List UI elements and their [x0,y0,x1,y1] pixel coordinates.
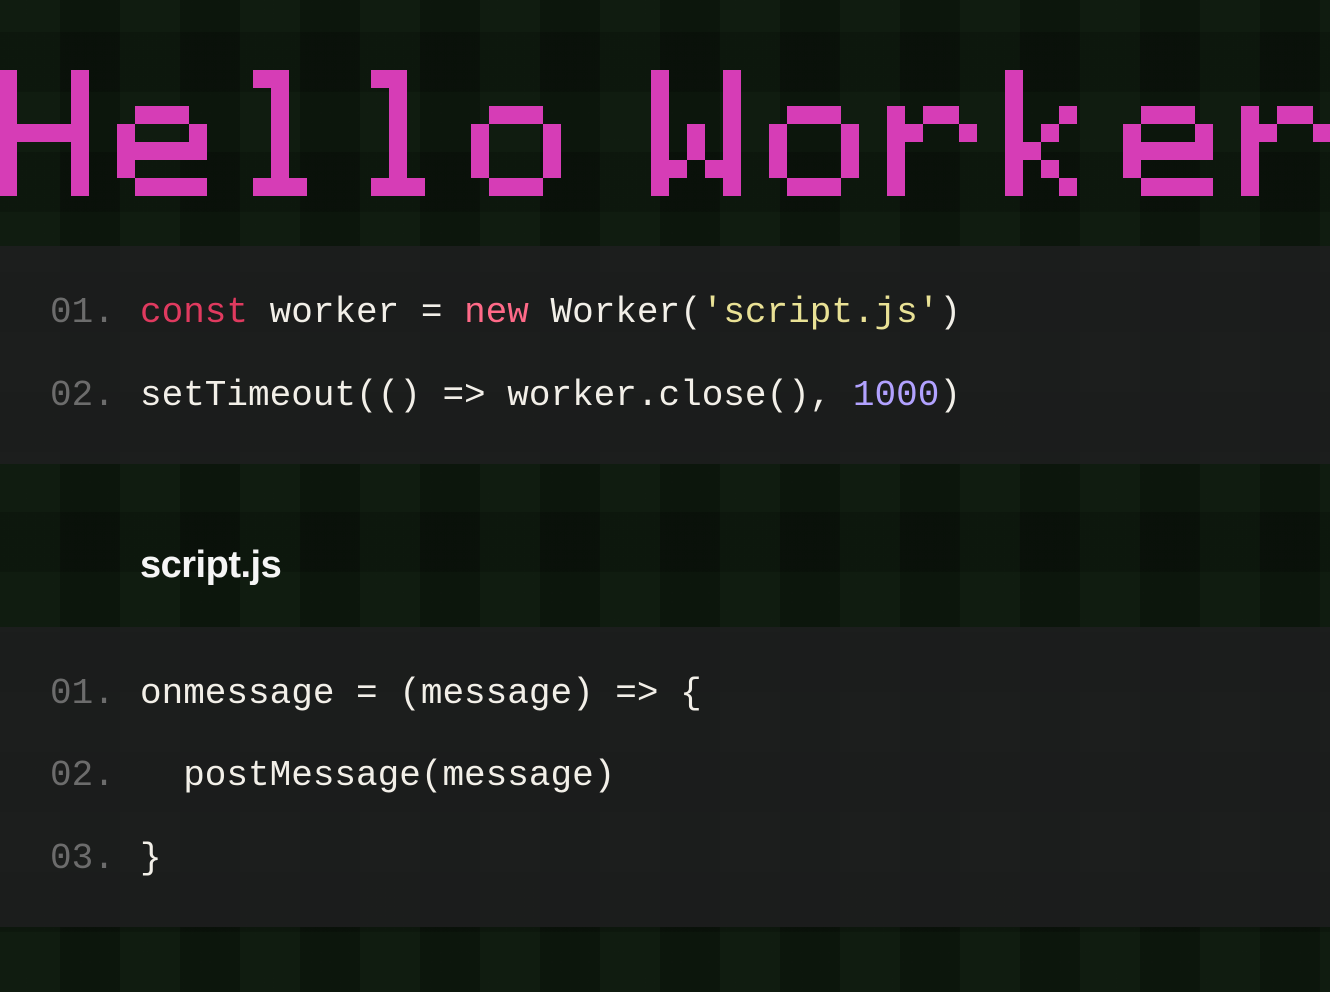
token: worker = [270,292,464,333]
token: 1000 [853,375,939,416]
token: onmessage = (message) => { [140,673,702,714]
line-number: 02. [50,355,140,438]
token: const [140,292,270,333]
line-body: postMessage(message) [140,735,615,818]
title-glyph [1005,70,1095,196]
title-glyph [353,70,443,196]
title-glyph [471,70,561,196]
line-number: 03. [50,818,140,901]
title-glyph [0,70,89,196]
line-body: onmessage = (message) => { [140,653,702,736]
code-line: 01.const worker = new Worker('script.js'… [50,272,1280,355]
title-glyph [1241,70,1330,196]
title-glyph [887,70,977,196]
title-glyph [235,70,325,196]
token: ) [939,292,961,333]
code-block-main: 01.const worker = new Worker('script.js'… [0,246,1330,464]
line-number: 01. [50,272,140,355]
title-glyph [1123,70,1213,196]
title-glyph [651,70,741,196]
line-number: 02. [50,735,140,818]
token: } [140,838,162,879]
code-line: 03.} [50,818,1280,901]
code-filename: script.js [0,464,1330,627]
slide: 01.const worker = new Worker('script.js'… [0,0,1330,992]
line-number: 01. [50,653,140,736]
title-glyph [589,70,623,196]
title-glyph [769,70,859,196]
token: ) [939,375,961,416]
token: Worker( [550,292,701,333]
token: postMessage(message) [140,755,615,796]
title-glyph [117,70,207,196]
line-body: } [140,818,162,901]
token: new [464,292,550,333]
token: 'script.js' [702,292,940,333]
code-block-worker: 01.onmessage = (message) => {02. postMes… [0,627,1330,927]
code-line: 01.onmessage = (message) => { [50,653,1280,736]
token: setTimeout(() => worker.close(), [140,375,853,416]
code-line: 02. postMessage(message) [50,735,1280,818]
line-body: const worker = new Worker('script.js') [140,272,961,355]
slide-title [0,40,1330,246]
line-body: setTimeout(() => worker.close(), 1000) [140,355,961,438]
code-line: 02.setTimeout(() => worker.close(), 1000… [50,355,1280,438]
